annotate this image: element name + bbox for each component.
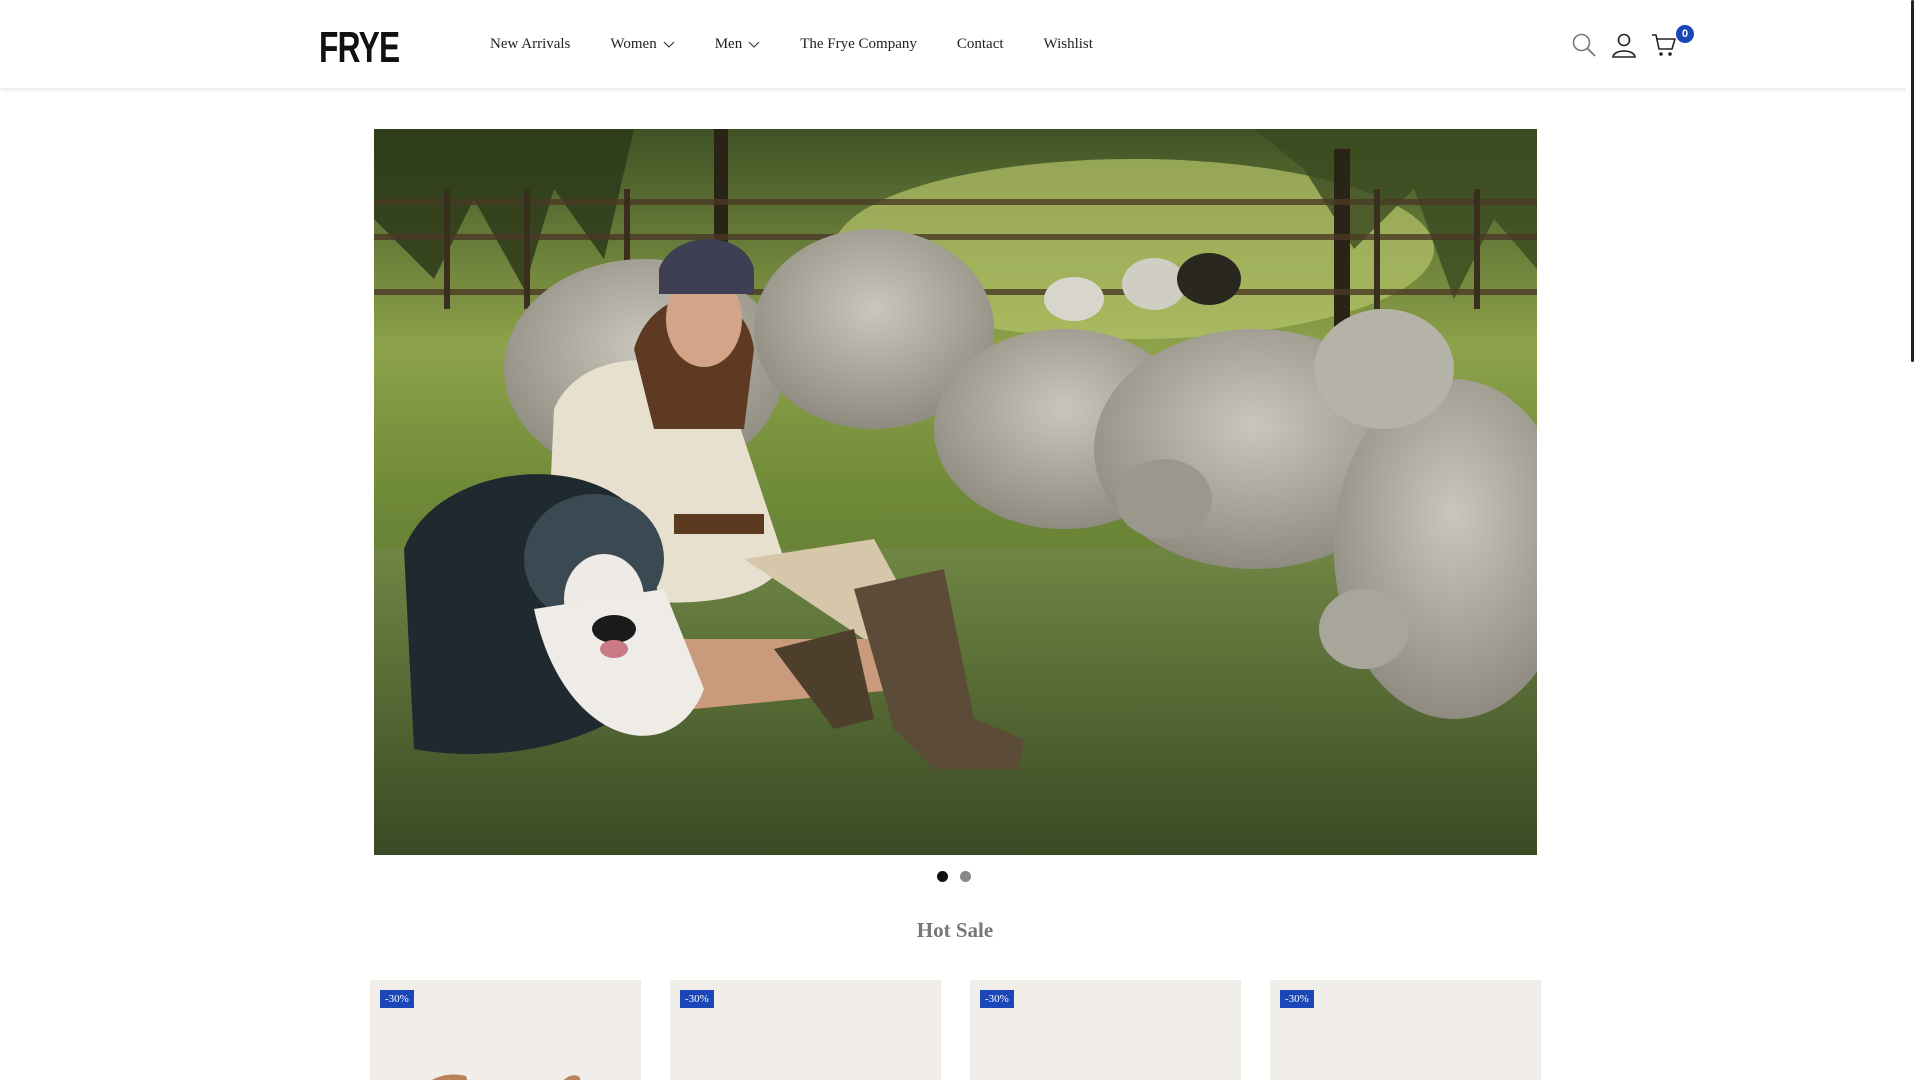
nav-item-wishlist[interactable]: Wishlist [1044,36,1093,53]
hero-banner-image[interactable] [374,129,1537,855]
carousel-dot-1[interactable] [937,871,948,882]
nav-item-men[interactable]: Men [715,36,761,53]
frye-logo[interactable]: FRYE [319,24,400,72]
product-card[interactable]: -30% [670,980,941,1080]
product-card[interactable]: -30% [970,980,1241,1080]
account-button[interactable] [1610,31,1638,59]
site-header: FRYE New Arrivals Women Men The Frye Com… [0,0,1906,88]
scrollbar-thumb[interactable] [1911,0,1914,362]
header-actions: 0 [1570,25,1694,60]
discount-badge: -30% [1280,990,1314,1008]
search-icon [1572,33,1596,57]
discount-badge: -30% [980,990,1014,1008]
cart-count-badge: 0 [1676,25,1694,43]
chevron-down-icon [663,41,675,48]
section-title: Hot Sale [916,918,994,942]
hero-scene [374,129,1537,855]
discount-badge: -30% [680,990,714,1008]
cart-icon [1652,34,1676,56]
cart-button[interactable]: 0 [1650,25,1694,59]
carousel-dot-2[interactable] [960,871,971,882]
main-nav: New Arrivals Women Men The Frye Company … [490,34,1133,54]
nav-item-women[interactable]: Women [610,36,675,53]
nav-item-the-frye-company[interactable]: The Frye Company [800,36,917,53]
search-button[interactable] [1570,31,1598,59]
product-card[interactable]: -30% [370,980,641,1080]
product-card[interactable]: -30% [1270,980,1541,1080]
carousel-dots [937,871,983,882]
page-scrollbar[interactable] [1906,0,1920,1080]
chevron-down-icon [748,41,760,48]
discount-badge: -30% [380,990,414,1008]
user-icon [1612,33,1636,58]
nav-item-contact[interactable]: Contact [957,36,1004,53]
nav-item-new-arrivals[interactable]: New Arrivals [490,36,570,53]
product-grid: -30% -30% -30% -30% [370,980,1570,1080]
